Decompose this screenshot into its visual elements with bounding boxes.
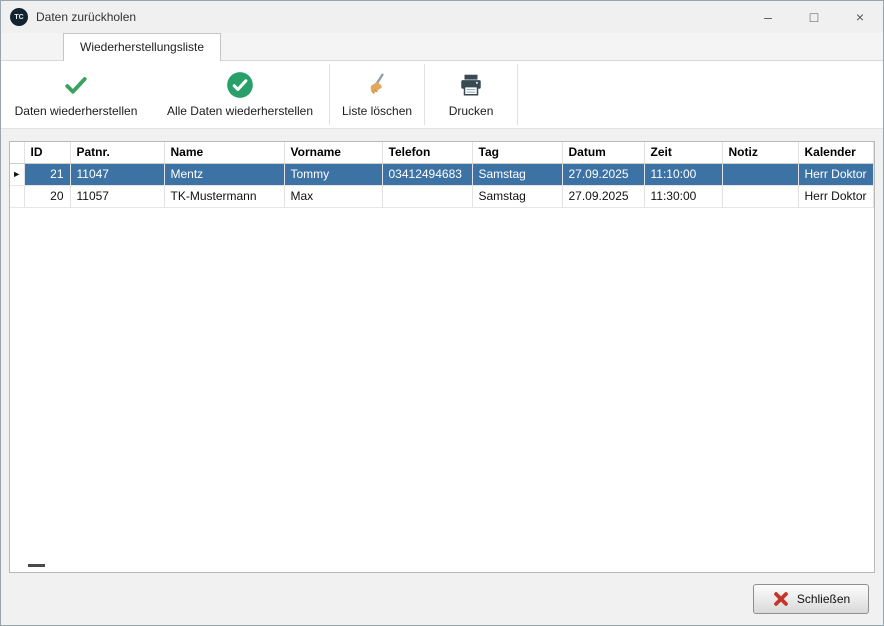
cell-kalender[interactable]: Herr Doktor — [798, 163, 874, 185]
clear-list-label: Liste löschen — [342, 104, 412, 118]
restore-all-data-button[interactable]: Alle Daten wiederherstellen — [151, 61, 329, 128]
broom-icon — [364, 71, 390, 99]
current-row-indicator-icon: ► — [10, 163, 24, 185]
cell-notiz[interactable] — [722, 163, 798, 185]
schliessen-label: Schließen — [797, 592, 850, 606]
green-check-icon — [63, 71, 89, 99]
cell-name[interactable]: Mentz — [164, 163, 284, 185]
cell-notiz[interactable] — [722, 185, 798, 207]
printer-icon — [458, 71, 484, 99]
red-x-icon — [772, 590, 790, 608]
window-controls: – □ × — [745, 1, 883, 33]
column-header-notiz[interactable]: Notiz — [722, 142, 798, 163]
cell-datum[interactable]: 27.09.2025 — [562, 185, 644, 207]
minimize-icon[interactable]: – — [745, 1, 791, 33]
cell-zeit[interactable]: 11:30:00 — [644, 185, 722, 207]
print-label: Drucken — [449, 104, 494, 118]
cell-vorname[interactable]: Tommy — [284, 163, 382, 185]
app-icon: TC — [10, 8, 28, 26]
toolbar-separator — [517, 64, 518, 125]
column-header-patnr[interactable]: Patnr. — [70, 142, 164, 163]
content-area: IDPatnr.NameVornameTelefonTagDatumZeitNo… — [1, 129, 883, 573]
column-header-id[interactable]: ID — [24, 142, 70, 163]
table-row[interactable]: ►2111047MentzTommy03412494683Samstag27.0… — [10, 163, 874, 185]
column-header-zeit[interactable]: Zeit — [644, 142, 722, 163]
row-selector-header — [10, 142, 24, 163]
close-icon[interactable]: × — [837, 1, 883, 33]
tab-strip: Wiederherstellungsliste — [1, 33, 883, 61]
app-icon-glyph: TC — [14, 14, 23, 21]
recovery-table: IDPatnr.NameVornameTelefonTagDatumZeitNo… — [9, 141, 875, 573]
cell-id[interactable]: 21 — [24, 163, 70, 185]
toolbar: Daten wiederherstellen Alle Daten wieder… — [1, 61, 883, 129]
column-header-tag[interactable]: Tag — [472, 142, 562, 163]
cell-telefon[interactable]: 03412494683 — [382, 163, 472, 185]
green-circle-check-icon — [226, 71, 254, 99]
footer: Schließen — [1, 573, 883, 625]
schliessen-button[interactable]: Schließen — [753, 584, 869, 614]
titlebar: TC Daten zurückholen – □ × — [1, 1, 883, 33]
column-header-vorname[interactable]: Vorname — [284, 142, 382, 163]
column-header-telefon[interactable]: Telefon — [382, 142, 472, 163]
column-header-name[interactable]: Name — [164, 142, 284, 163]
restore-all-data-label: Alle Daten wiederherstellen — [167, 104, 313, 118]
cell-vorname[interactable]: Max — [284, 185, 382, 207]
column-header-datum[interactable]: Datum — [562, 142, 644, 163]
cell-tag[interactable]: Samstag — [472, 163, 562, 185]
cell-id[interactable]: 20 — [24, 185, 70, 207]
cell-kalender[interactable]: Herr Doktor — [798, 185, 874, 207]
cell-patnr[interactable]: 11047 — [70, 163, 164, 185]
restore-data-label: Daten wiederherstellen — [15, 104, 138, 118]
cell-name[interactable]: TK-Mustermann — [164, 185, 284, 207]
cell-patnr[interactable]: 11057 — [70, 185, 164, 207]
print-button[interactable]: Drucken — [425, 61, 517, 128]
window-title: Daten zurückholen — [36, 10, 136, 24]
row-selector-cell — [10, 185, 24, 207]
cell-telefon[interactable] — [382, 185, 472, 207]
daten-zurueckholen-dialog: TC Daten zurückholen – □ × Wiederherstel… — [0, 0, 884, 626]
horizontal-scrollbar-thumb[interactable] — [28, 564, 45, 567]
table-row[interactable]: 2011057TK-MustermannMax Samstag27.09.2025… — [10, 185, 874, 207]
clear-list-button[interactable]: Liste löschen — [330, 61, 424, 128]
restore-data-button[interactable]: Daten wiederherstellen — [1, 61, 151, 128]
cell-datum[interactable]: 27.09.2025 — [562, 163, 644, 185]
table-body: ►2111047MentzTommy03412494683Samstag27.0… — [10, 163, 874, 207]
column-header-kalender[interactable]: Kalender — [798, 142, 874, 163]
cell-zeit[interactable]: 11:10:00 — [644, 163, 722, 185]
tab-wiederherstellungsliste[interactable]: Wiederherstellungsliste — [63, 33, 221, 61]
maximize-icon[interactable]: □ — [791, 1, 837, 33]
table-header-row: IDPatnr.NameVornameTelefonTagDatumZeitNo… — [10, 142, 874, 163]
cell-tag[interactable]: Samstag — [472, 185, 562, 207]
